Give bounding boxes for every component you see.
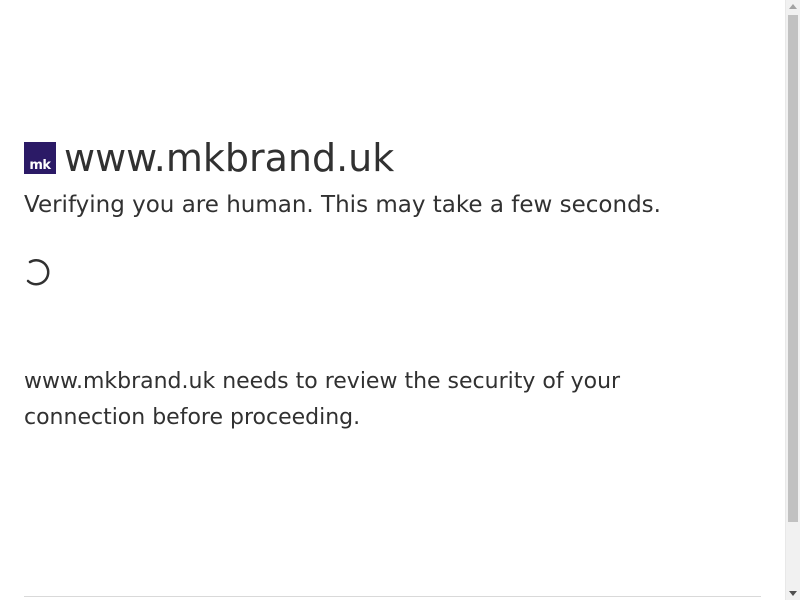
site-header: mk www.mkbrand.uk [24, 138, 394, 178]
challenge-page: mk www.mkbrand.uk Verifying you are huma… [0, 0, 800, 600]
favicon-text: mk [29, 158, 51, 173]
scroll-down-arrow-icon[interactable] [789, 591, 797, 596]
site-name: www.mkbrand.uk [64, 136, 395, 180]
vertical-scrollbar[interactable] [785, 0, 800, 600]
scrollbar-thumb[interactable] [788, 15, 798, 522]
verification-subtitle: Verifying you are human. This may take a… [24, 192, 661, 218]
footer-divider [24, 596, 761, 597]
scroll-up-arrow-icon[interactable] [789, 4, 797, 9]
security-review-message: www.mkbrand.uk needs to review the secur… [24, 369, 621, 430]
loading-spinner-icon [24, 254, 56, 288]
site-favicon-icon: mk [24, 142, 56, 174]
